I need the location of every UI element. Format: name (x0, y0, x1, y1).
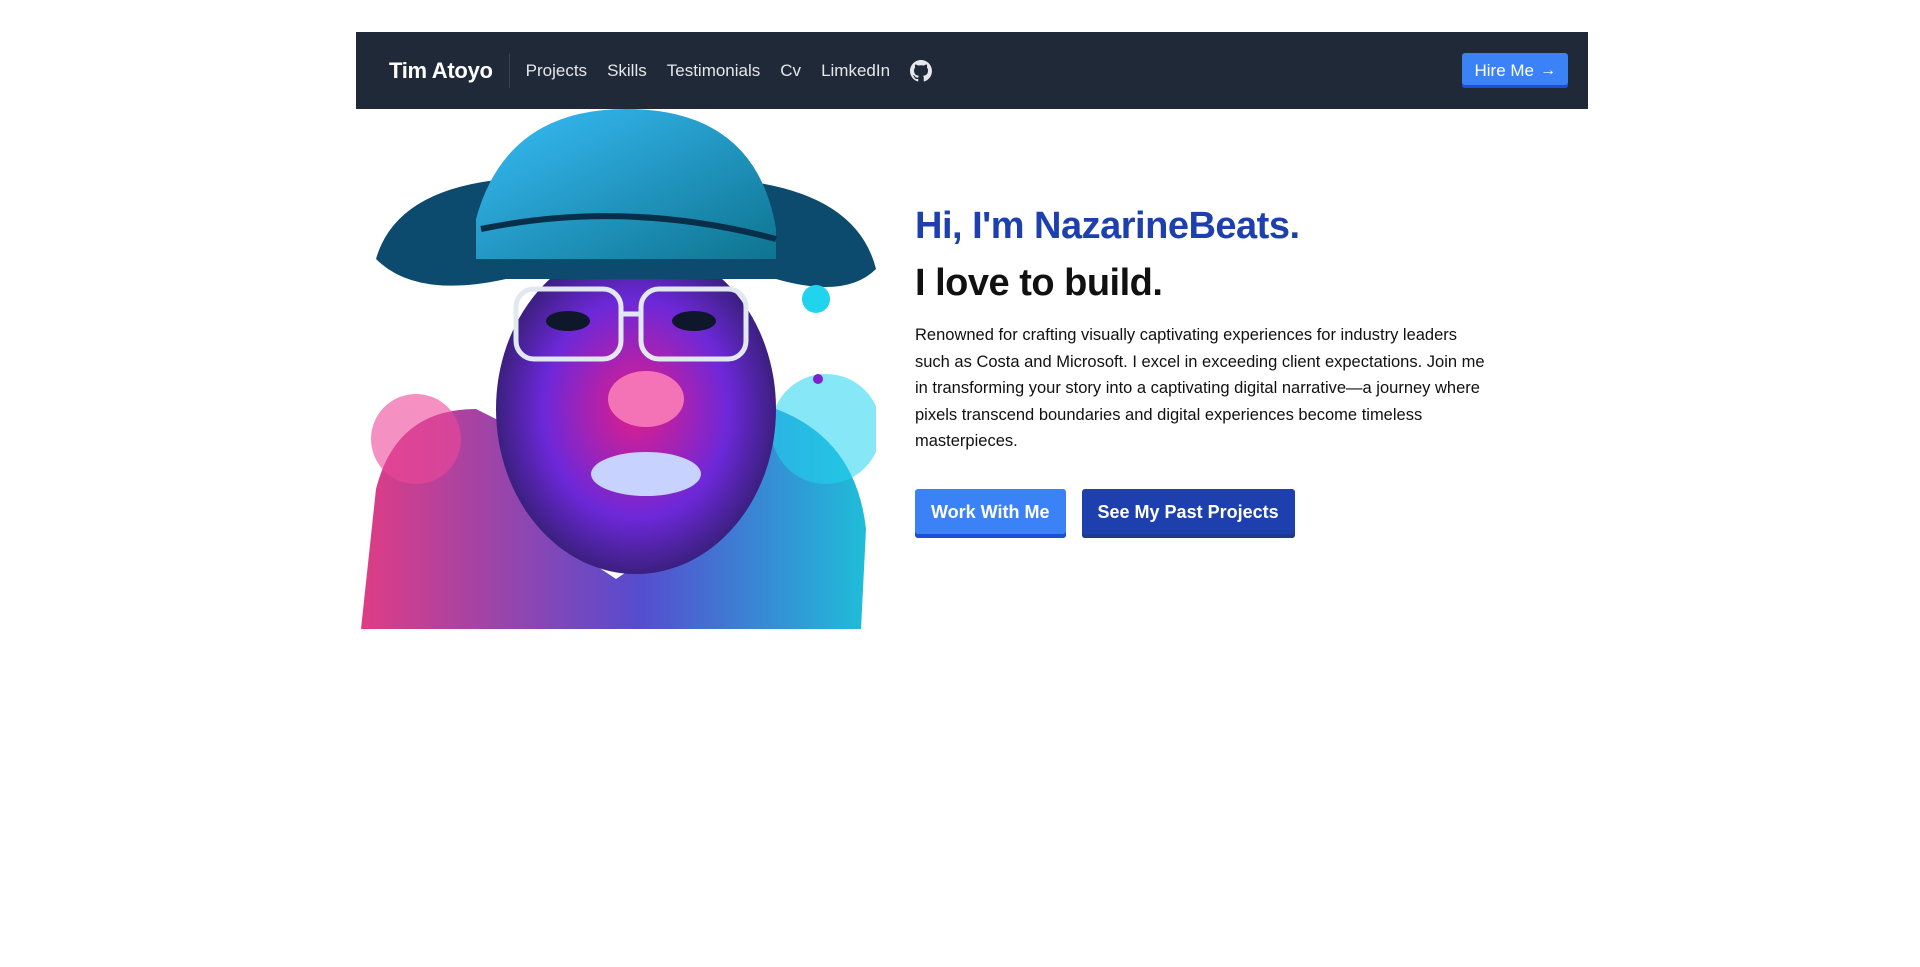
brand-name[interactable]: Tim Atoyo (389, 53, 510, 88)
github-icon[interactable] (910, 59, 933, 82)
nav-link-linkedin[interactable]: LimkedIn (821, 61, 890, 81)
top-navbar: Tim Atoyo Projects Skills Testimonials C… (356, 32, 1588, 109)
hero-section: Hi, I'm NazarineBeats. I love to build. … (915, 205, 1495, 538)
nav-link-projects[interactable]: Projects (526, 61, 587, 81)
nav-link-testimonials[interactable]: Testimonials (667, 61, 761, 81)
portrait-illustration (356, 109, 881, 629)
hire-me-label: Hire Me (1474, 61, 1534, 80)
nav-link-skills[interactable]: Skills (607, 61, 647, 81)
hero-actions: Work With Me See My Past Projects (915, 488, 1495, 538)
arrow-right-icon: → (1540, 62, 1556, 79)
nav-links: Projects Skills Testimonials Cv LimkedIn (526, 59, 933, 82)
hero-greeting: Hi, I'm NazarineBeats. (915, 205, 1300, 247)
hero-tagline: I love to build. (915, 262, 1163, 304)
work-with-me-button[interactable]: Work With Me (915, 488, 1066, 538)
hire-me-button[interactable]: Hire Me → (1462, 53, 1568, 88)
hero-bio: Renowned for crafting visually captivati… (915, 326, 1485, 450)
see-past-projects-button[interactable]: See My Past Projects (1081, 488, 1295, 538)
nav-link-cv[interactable]: Cv (780, 61, 801, 81)
